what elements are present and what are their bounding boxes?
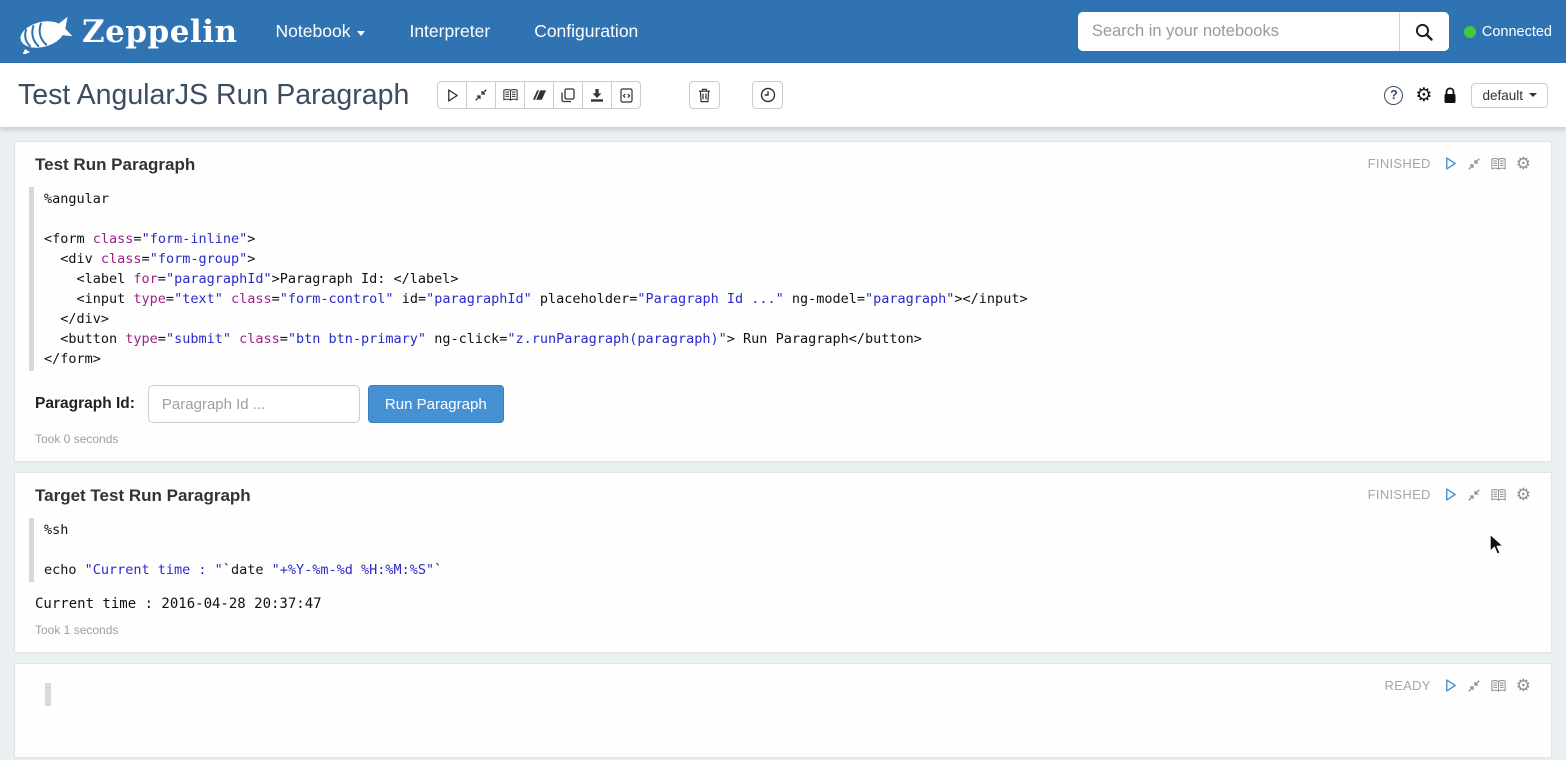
navbar: Zeppelin Notebook Interpreter Configurat… [0, 0, 1566, 63]
remove-note-button[interactable] [689, 81, 720, 109]
paragraph-3[interactable]: READY ⚙ [14, 663, 1552, 758]
paragraph-settings-gear-icon[interactable]: ⚙ [1516, 486, 1531, 503]
show-hide-output-button[interactable] [495, 81, 525, 109]
paragraph-output: Current time : 2016-04-28 20:37:47 [35, 596, 1531, 612]
hide-output-book-icon[interactable] [1490, 157, 1507, 171]
status-badge: READY [1384, 678, 1430, 693]
download-icon [590, 88, 604, 102]
trash-icon [698, 88, 711, 103]
note-body: Test Run Paragraph FINISHED ⚙ %angular <… [0, 127, 1566, 758]
zeppelin-logo-icon [16, 10, 72, 54]
connected-label: Connected [1482, 24, 1552, 40]
clone-icon [561, 88, 575, 103]
nav-notebook[interactable]: Notebook [276, 21, 366, 42]
search-input[interactable] [1078, 12, 1399, 51]
titlebar-right-controls: ? ⚙ default [1384, 83, 1548, 108]
show-hide-code-button[interactable] [466, 81, 496, 109]
clone-note-button[interactable] [553, 81, 583, 109]
export-note-button[interactable] [582, 81, 612, 109]
scheduler-button[interactable] [752, 81, 783, 109]
nav-menu: Notebook Interpreter Configuration [276, 21, 683, 42]
paragraph-settings-gear-icon[interactable]: ⚙ [1516, 677, 1531, 694]
paragraph-1: Test Run Paragraph FINISHED ⚙ %angular <… [14, 141, 1552, 462]
nav-configuration[interactable]: Configuration [534, 21, 638, 42]
eraser-icon [532, 89, 547, 101]
status-badge: FINISHED [1368, 487, 1431, 502]
hide-editor-icon[interactable] [1467, 488, 1481, 502]
code-editor[interactable]: %sh echo "Current time : "`date "+%Y-%m-… [29, 518, 1531, 582]
zeppelin-brand[interactable]: Zeppelin [16, 10, 238, 54]
chevron-down-icon [1529, 93, 1537, 97]
paragraph-settings-gear-icon[interactable]: ⚙ [1516, 155, 1531, 172]
empty-editor-cursor-bar [45, 683, 51, 706]
execution-time: Took 0 seconds [35, 432, 1531, 446]
compress-icon [474, 88, 488, 102]
connected-dot-icon [1464, 26, 1476, 38]
run-paragraph-icon[interactable] [1443, 487, 1458, 502]
hide-output-book-icon[interactable] [1490, 679, 1507, 693]
search-icon [1414, 22, 1434, 42]
version-control-button[interactable] [611, 81, 641, 109]
book-icon [502, 88, 519, 102]
play-icon [445, 88, 460, 103]
note-title[interactable]: Test AngularJS Run Paragraph [18, 79, 409, 112]
interpreter-binding-gear-icon[interactable]: ⚙ [1415, 86, 1432, 105]
interpreter-mode-dropdown[interactable]: default [1471, 83, 1548, 108]
paragraph-title: Target Test Run Paragraph [35, 486, 251, 506]
paragraph-controls: READY ⚙ [1384, 677, 1531, 694]
help-icon[interactable]: ? [1384, 86, 1403, 105]
run-all-button[interactable] [437, 81, 467, 109]
paragraph-id-label: Paragraph Id: [35, 395, 135, 413]
paragraph-title: Test Run Paragraph [35, 155, 195, 175]
clear-output-button[interactable] [524, 81, 554, 109]
run-paragraph-button[interactable]: Run Paragraph [368, 385, 504, 423]
paragraph-controls: FINISHED ⚙ [1368, 155, 1531, 172]
angular-form: Paragraph Id: Run Paragraph [35, 385, 1531, 423]
hide-editor-icon[interactable] [1467, 157, 1481, 171]
search-button[interactable] [1399, 12, 1449, 51]
hide-editor-icon[interactable] [1467, 679, 1481, 693]
nav-interpreter[interactable]: Interpreter [409, 21, 490, 42]
lock-icon[interactable] [1443, 87, 1457, 104]
brand-name: Zeppelin [82, 14, 238, 50]
status-badge: FINISHED [1368, 156, 1431, 171]
paragraph-controls: FINISHED ⚙ [1368, 486, 1531, 503]
run-paragraph-icon[interactable] [1443, 156, 1458, 171]
paragraph-id-input[interactable] [148, 385, 360, 423]
code-editor[interactable]: %angular <form class="form-inline"> <div… [29, 187, 1531, 371]
clock-icon [760, 87, 776, 103]
execution-time: Took 1 seconds [35, 623, 1531, 637]
hide-output-book-icon[interactable] [1490, 488, 1507, 502]
connection-status: Connected [1464, 24, 1552, 40]
run-paragraph-icon[interactable] [1443, 678, 1458, 693]
notebook-search [1078, 12, 1449, 51]
code-file-icon [620, 88, 633, 103]
note-actions-group [437, 81, 641, 109]
note-titlebar: Test AngularJS Run Paragraph ? ⚙ [0, 63, 1566, 127]
paragraph-2: Target Test Run Paragraph FINISHED ⚙ %sh… [14, 472, 1552, 653]
chevron-down-icon [357, 31, 365, 36]
